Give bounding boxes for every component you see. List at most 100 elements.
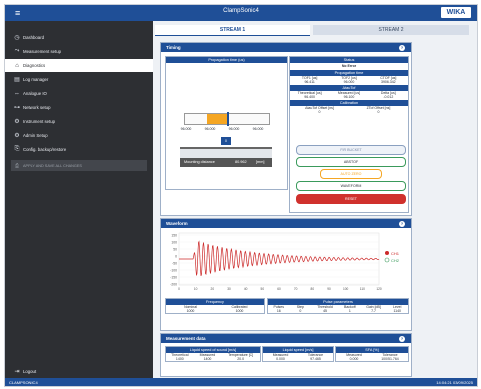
apply-save-button[interactable]: ⎙ APPLY AND SAVE ALL CHANGES [11,160,147,171]
sidebar: ◷ Dashboard ⤳ Measurement setup ⌂ Diagnosti… [5,21,153,378]
dashboard-icon: ◷ [14,35,20,41]
auto-zero-button[interactable]: AUTO ZERO [320,169,382,179]
io-icon: ⇔ [14,90,20,97]
y-tick-label: 100 [171,240,177,244]
status-right: 14:04:21 03/09/2025 [436,379,473,385]
tab-stream-2[interactable]: STREAM 2 [313,25,469,35]
x-tick-label: 100 [343,287,349,291]
waveform-title: Waveform [166,221,188,226]
sidebar-item-log-manager[interactable]: ▤ Log manager [5,73,153,86]
liquid-speed-values: 0.000 97.465 [263,357,333,361]
x-tick-label: 110 [360,287,365,291]
table-value: 1 [348,309,351,313]
table-value: 20.0 [237,357,245,361]
bar-label: 96.000 [228,127,240,131]
table-value: 0 [299,309,302,313]
apply-save-label: APPLY AND SAVE ALL CHANGES [23,163,82,168]
measurement-icon: ⤳ [14,48,20,54]
y-tick-label: 50 [173,247,177,251]
status-left: CLAMPSONIC4 [9,379,38,385]
pulse-box: Pulse parameters Pulses Step Threshold B… [267,298,409,314]
table-value: 1000 [235,309,244,313]
help-icon[interactable]: ? [399,44,405,51]
y-tick-label: -100 [170,268,177,272]
propagation-title: Propagation time (us) [166,57,287,63]
waveform-plot: 150 100 50 0 -50 -100 -150 -200 0 10 20 30 40 50 60 70… [170,232,400,291]
sidebar-item-dashboard[interactable]: ◷ Dashboard [5,31,153,44]
sidebar-item-label: Log manager [23,77,49,82]
help-icon[interactable]: ? [399,220,405,227]
pulse-values: 16 0 45 1 7.7 1140 [268,309,408,313]
table-value: 100/51.764 [381,357,399,361]
y-tick-label: 0 [175,254,177,258]
status-value: No Error [341,64,357,68]
abstof-button[interactable]: ABSTOF [296,157,406,167]
fir-bucket-button[interactable]: FIR BUCKET [296,145,406,155]
waveform-button[interactable]: WAVEFORM [296,181,406,191]
propagation-bar-fill [207,114,227,124]
tab-stream-1[interactable]: STREAM 1 [155,25,310,36]
legend: CH1 CH2 [384,251,400,263]
timing-panel: Timing? Propagation time (us) 96.000 96.… [160,42,412,216]
sidebar-item-label: Instrument setup [23,119,56,124]
frequency-values: 1000 1000 [166,309,264,313]
sidebar-item-label: Config. backup/restore [23,147,67,152]
sfa-values: 0.000 100/51.764 [336,357,408,361]
table-value: 0.000 [276,357,285,361]
timing-title: Timing [166,45,181,50]
sidebar-item-label: Admin Setup [23,133,48,138]
x-tick-label: 40 [244,287,248,291]
table-value: 96.411 [304,80,315,84]
propagation-bar [184,112,270,126]
reset-button[interactable]: RESET [296,194,406,204]
sidebar-item-diagnostics[interactable]: ⌂ Diagnostics [5,59,153,72]
logout-icon: ⇥ [14,369,20,375]
logout-button[interactable]: ⇥ Logout [5,366,153,377]
sidebar-item-analogue-io[interactable]: ⇔ Analogue IO [5,87,153,100]
sidebar-item-label: Diagnostics [23,63,46,68]
app-title: ClampSonic4 [223,8,259,14]
sidebar-item-label: Measurement setup [23,49,61,54]
legend-ch2-marker [384,257,390,263]
table-value: -0.012 [383,95,394,99]
table-value: 1140 [393,309,401,313]
table-value: 96.100 [343,95,355,99]
logout-label: Logout [23,369,37,374]
waveform-header: Waveform? [161,219,411,228]
x-tick-label: 10 [194,287,198,291]
sidebar-item-label: Network setup [23,105,51,110]
table-value: 1000 [186,309,195,313]
backup-icon: ⎘ [14,146,20,152]
bar-label: 96.000 [180,127,192,131]
sidebar-item-instrument-setup[interactable]: ⚙ Instrument setup [5,115,153,128]
app-window: ≡ ClampSonic4 WIKA ◷ Dashboard ⤳ Measureme… [4,4,478,387]
mounting-row: Mounting distance 80.962 [mm] [180,158,272,167]
help-icon[interactable]: ? [399,335,405,342]
measurement-title: Measurement data [166,336,206,341]
wika-logo: WIKA [441,7,471,18]
sidebar-item-config-backup[interactable]: ⎘ Config. backup/restore [5,143,153,156]
x-tick-label: 60 [277,287,281,291]
table-value: 1400 [203,357,212,361]
sidebar-item-network-setup[interactable]: ⊶ Network setup [5,101,153,114]
timing-header: Timing? [161,43,411,52]
mounting-unit: [mm] [256,160,265,164]
status-bar: CLAMPSONIC4 14:04:21 03/09/2025 [5,378,477,386]
liquid-speed-box: Liquid speed [m/s] Measured Tolerance 0.… [262,346,334,362]
save-icon: ⎙ [14,162,19,169]
legend-ch1: CH1 [391,251,400,256]
mounting-label: Mounting distance [184,160,215,164]
sidebar-item-admin-setup[interactable]: ⚙ Admin Setup [5,129,153,142]
sidebar-item-label: Dashboard [23,35,45,40]
propagation-table-values: 96.411 96.000 3906.342 [290,80,408,84]
table-value: 45 [323,309,328,313]
table-value: 96.000 [343,80,355,84]
table-value: 96.400 [304,95,316,99]
calibration-values: 0 0 [290,110,408,114]
measurement-panel: Measurement data? Liquid speed of sound … [160,333,412,377]
network-icon: ⊶ [14,105,20,111]
table-value: 0 [318,110,321,114]
y-tick-label: -150 [170,275,177,279]
sidebar-item-measurement-setup[interactable]: ⤳ Measurement setup [5,45,153,58]
timing-data-box: Status No Error Propagation time TOF1 [u… [289,56,409,213]
